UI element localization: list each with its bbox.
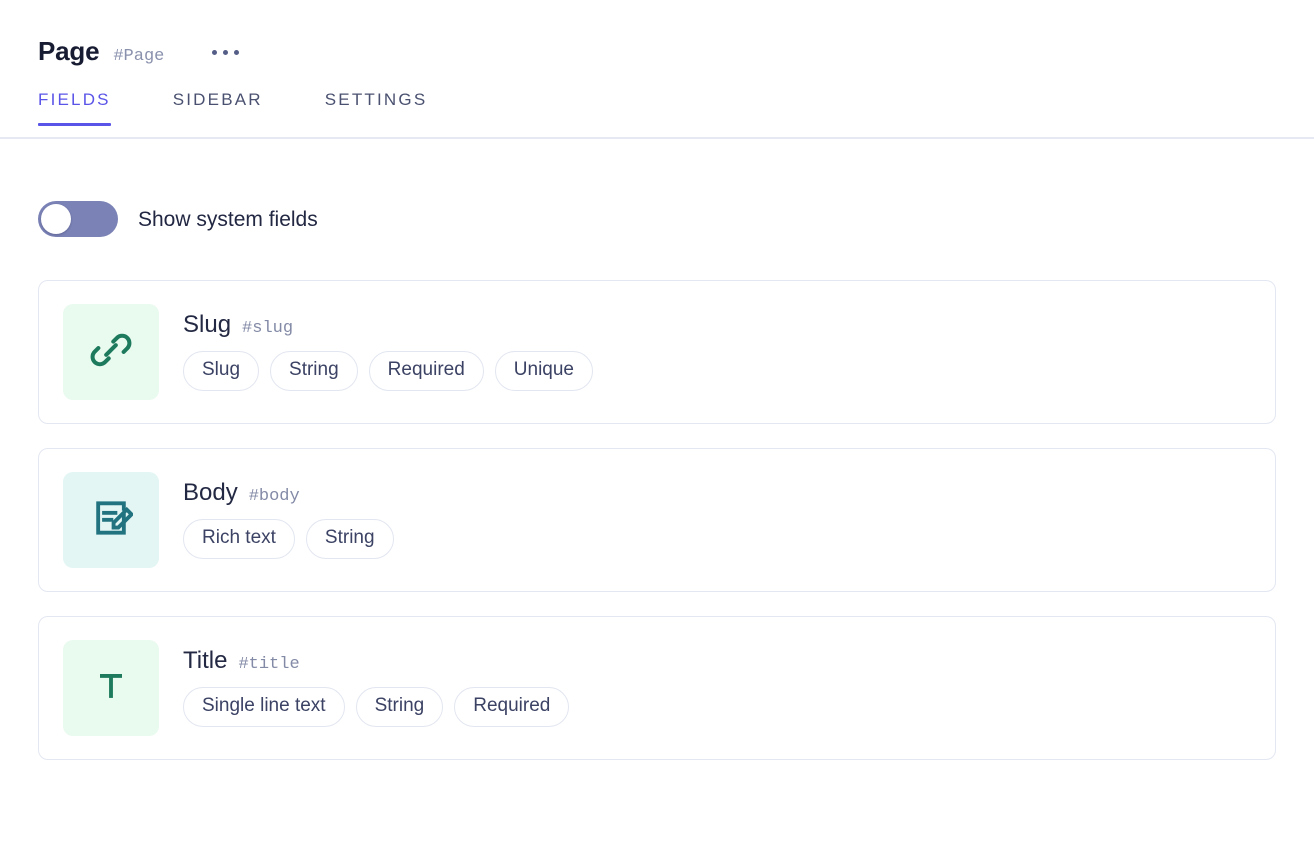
field-tag: String [305,519,394,559]
ellipsis-dot [212,50,218,55]
page-title: Page [38,36,100,66]
link-chain-icon [88,327,134,378]
ellipsis-dot [234,50,240,55]
field-body: Body #body Rich text String [183,481,394,559]
field-card-title[interactable]: Title #title Single line text String Req… [38,616,1276,760]
field-tag: String [270,351,358,391]
field-name: Body [183,479,238,507]
tab-settings[interactable]: SETTINGS [315,91,438,124]
field-tag: String [355,687,444,727]
tab-fields[interactable]: FIELDS [38,91,121,126]
field-tag: Single line text [183,687,345,727]
show-system-fields-row: Show system fields [38,201,1314,237]
show-system-fields-label: Show system fields [138,207,318,231]
document-edit-icon [89,496,135,545]
ellipsis-dot [223,50,229,55]
toggle-knob [41,204,71,234]
tab-bar: FIELDS SIDEBAR SETTINGS [0,91,1314,139]
field-card-body[interactable]: Body #body Rich text String [38,448,1276,592]
show-system-fields-toggle[interactable] [38,201,118,237]
fields-list: Slug #slug Slug String Required Unique B… [38,280,1276,760]
tag-row: Rich text String [183,519,394,559]
field-tag: Slug [183,351,260,391]
letter-t-icon [89,664,133,713]
field-tag: Required [368,351,484,391]
field-tag: Unique [494,351,593,391]
field-name-row: Slug #slug [183,311,593,339]
field-card-slug[interactable]: Slug #slug Slug String Required Unique [38,280,1276,424]
field-hash: #title [238,655,300,675]
field-hash: #slug [242,319,294,339]
tag-row: Single line text String Required [183,687,570,727]
page-hash: #Page [113,47,165,66]
field-name: Slug [183,311,232,339]
field-hash: #body [248,487,300,507]
page-header: Page #Page [0,0,1314,65]
field-tag: Required [454,687,570,727]
field-name-row: Body #body [183,479,394,507]
field-icon-wrapper [63,304,159,400]
field-body: Slug #slug Slug String Required Unique [183,313,593,391]
field-icon-wrapper [63,472,159,568]
ellipsis-horizontal-icon[interactable] [210,46,241,59]
tag-row: Slug String Required Unique [183,351,593,391]
field-icon-wrapper [63,640,159,736]
field-body: Title #title Single line text String Req… [183,647,570,727]
field-name: Title [183,647,228,675]
tab-sidebar[interactable]: SIDEBAR [163,91,273,124]
field-name-row: Title #title [183,647,569,675]
field-tag: Rich text [183,519,295,559]
